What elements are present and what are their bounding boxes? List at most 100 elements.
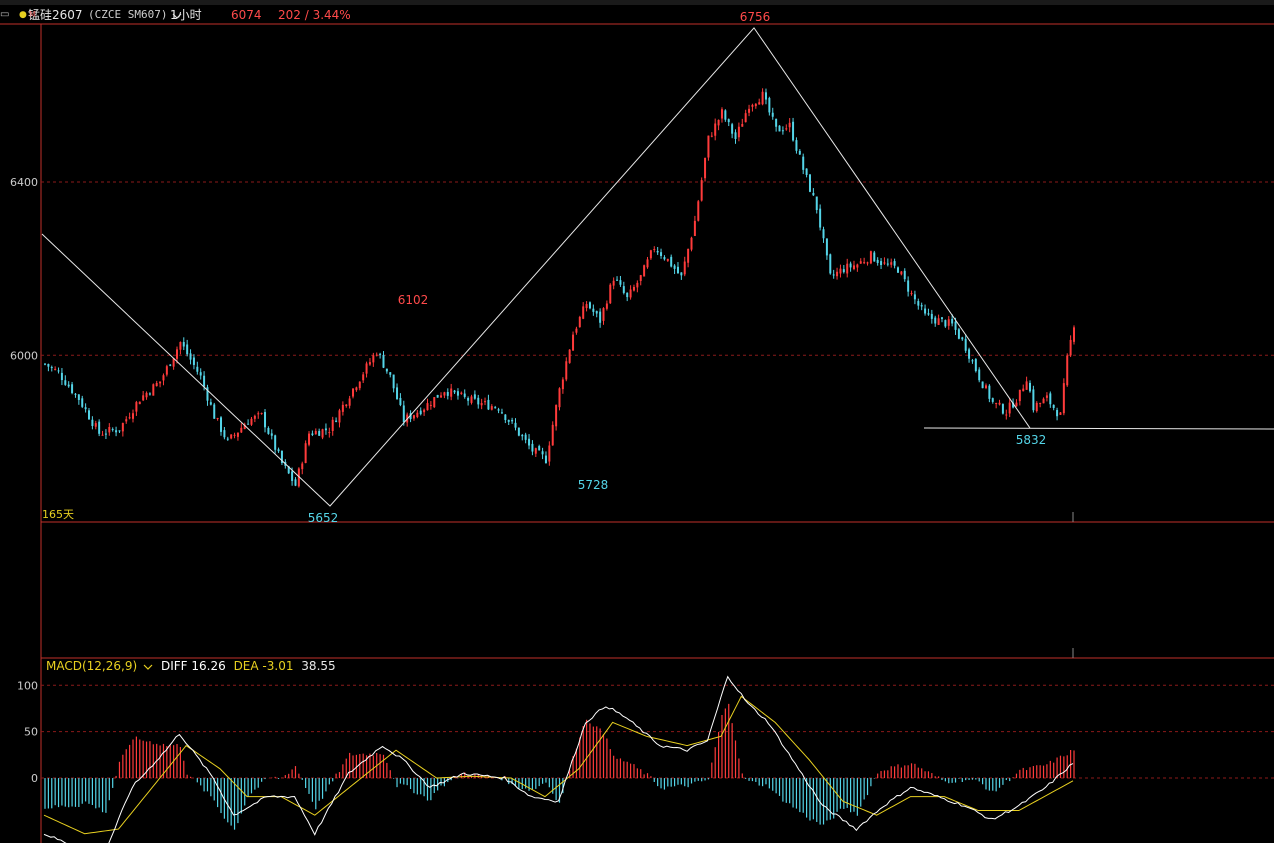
- candle-body: [1005, 414, 1008, 416]
- candle-body: [392, 374, 395, 389]
- candle-body: [233, 434, 236, 436]
- candle-body: [649, 250, 652, 259]
- candle-body: [1018, 389, 1021, 402]
- bar-count-label: 165天: [42, 508, 74, 521]
- candle-body: [1059, 412, 1062, 415]
- candle-body: [230, 434, 233, 439]
- swing-point-label: 5832: [1016, 433, 1047, 447]
- candle-body: [1049, 393, 1052, 405]
- candle-body: [467, 398, 470, 401]
- macd-title[interactable]: MACD(12,26,9): [46, 659, 153, 673]
- chart-canvas[interactable]: 6000 6400 0 50 100 165天 5652 6102 5728 6756 5832: [0, 0, 1274, 843]
- candle-body: [345, 404, 348, 406]
- candle-body: [836, 271, 839, 277]
- candle-body: [907, 280, 910, 292]
- candle-body: [521, 434, 524, 437]
- candle-body: [176, 349, 179, 359]
- candle-body: [98, 421, 101, 434]
- candle-body: [968, 349, 971, 359]
- macd-legend: MACD(12,26,9) DIFF 16.26 DEA -3.01 38.55: [46, 659, 340, 674]
- candle-body: [795, 140, 798, 151]
- candle-body: [852, 265, 855, 270]
- candle-body: [890, 262, 893, 265]
- candle-body: [616, 279, 619, 281]
- candle-body: [54, 368, 57, 370]
- candle-body: [781, 130, 784, 132]
- candle-body: [1028, 382, 1031, 392]
- candle-body: [291, 471, 294, 481]
- candle-body: [775, 118, 778, 127]
- candle-body: [484, 401, 487, 403]
- candle-body: [118, 430, 121, 432]
- candle-body: [636, 282, 639, 288]
- candle-body: [453, 390, 456, 393]
- candle-body: [216, 418, 219, 420]
- candle-body: [572, 334, 575, 351]
- candle-body: [978, 369, 981, 381]
- candle-body: [456, 391, 459, 396]
- candle-body: [778, 125, 781, 132]
- candle-body: [108, 426, 111, 433]
- candle-body: [463, 393, 466, 397]
- candle-body: [605, 303, 608, 309]
- candle-body: [724, 110, 727, 120]
- candle-body: [138, 401, 141, 405]
- candle-body: [951, 318, 954, 324]
- candle-body: [379, 353, 382, 355]
- candle-body: [900, 271, 903, 275]
- candle-body: [352, 388, 355, 397]
- candle-body: [436, 394, 439, 398]
- candle-body: [727, 119, 730, 123]
- candle-body: [192, 357, 195, 365]
- candle-body: [842, 269, 845, 273]
- candle-body: [626, 292, 629, 298]
- candle-body: [429, 404, 432, 406]
- candle-body: [169, 364, 172, 366]
- candle-body: [886, 263, 889, 265]
- candle-body: [497, 409, 500, 411]
- candle-body: [375, 354, 378, 356]
- candle-body: [751, 104, 754, 107]
- candle-body: [301, 463, 304, 470]
- candle-body: [423, 409, 426, 413]
- candle-body: [446, 391, 449, 396]
- candle-body: [152, 384, 155, 396]
- candle-body: [226, 438, 229, 440]
- candle-body: [507, 419, 510, 422]
- candle-body: [189, 353, 192, 360]
- candle-body: [1022, 388, 1025, 392]
- candle-body: [568, 349, 571, 363]
- candle-body: [984, 385, 987, 389]
- candle-body: [808, 174, 811, 192]
- candle-body: [741, 123, 744, 127]
- candle-body: [148, 393, 151, 395]
- candle-body: [355, 387, 358, 391]
- candle-body: [257, 413, 260, 415]
- candle-body: [500, 412, 503, 414]
- candle-body: [304, 443, 307, 463]
- candle-body: [1066, 355, 1069, 386]
- candle-body: [880, 261, 883, 266]
- candle-body: [761, 91, 764, 105]
- candle-body: [71, 384, 74, 394]
- candle-body: [270, 433, 273, 436]
- support-line: [923, 427, 1274, 430]
- candle-body: [145, 392, 148, 398]
- candle-body: [57, 370, 60, 372]
- candle-body: [632, 286, 635, 291]
- candle-body: [389, 372, 392, 375]
- candle-body: [707, 135, 710, 158]
- candle-body: [358, 381, 361, 389]
- candle-body: [683, 261, 686, 275]
- candle-body: [223, 430, 226, 438]
- candle-body: [822, 229, 825, 239]
- candle-body: [179, 342, 182, 350]
- candle-body: [582, 306, 585, 319]
- candle-body: [869, 251, 872, 264]
- candle-body: [247, 423, 250, 425]
- candle-body: [609, 284, 612, 304]
- candle-body: [856, 264, 859, 268]
- candle-body: [812, 192, 815, 196]
- candle-body: [382, 354, 385, 368]
- candle-body: [402, 405, 405, 423]
